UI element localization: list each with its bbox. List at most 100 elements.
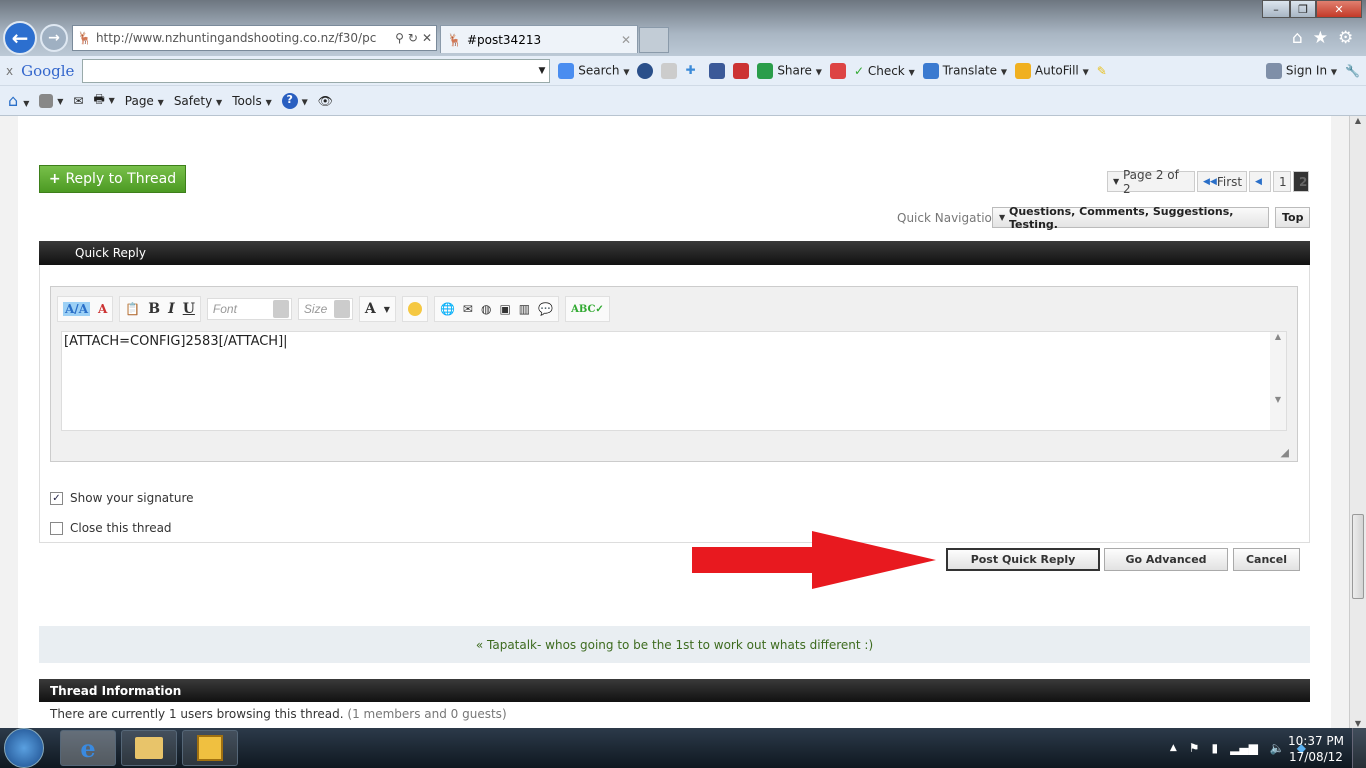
google-search-input[interactable]: ▼ [82, 58, 551, 83]
show-hidden-icons[interactable]: ▲ [1170, 743, 1177, 753]
home-icon[interactable]: ⌂ [1292, 28, 1303, 48]
new-tab-button[interactable] [639, 27, 669, 53]
page-margin-right [1331, 116, 1349, 728]
bold-button[interactable]: B [148, 301, 160, 317]
top-button[interactable]: Top [1275, 207, 1310, 228]
textarea-scrollbar[interactable]: ▲ ▼ [1270, 332, 1286, 430]
power-icon[interactable]: ▮ [1212, 741, 1219, 755]
show-signature-checkbox[interactable]: ✓ Show your signature [50, 491, 194, 505]
unlink-icon[interactable]: ◍ [481, 302, 491, 316]
image-icon[interactable]: ▣ [499, 302, 510, 316]
refresh-icon[interactable]: ↻ [408, 31, 418, 45]
tab-active[interactable]: 🦌 #post34213 ✕ [440, 25, 638, 53]
scroll-thumb[interactable] [1352, 514, 1364, 599]
quote-icon[interactable]: 💬 [538, 302, 553, 316]
video-icon[interactable]: ▥ [519, 302, 530, 316]
page-jump-dropdown[interactable]: ▼ Page 2 of 2 [1107, 168, 1195, 196]
home-icon[interactable]: ⌂ ▼ [8, 91, 29, 110]
link-icon[interactable]: 🌐 [440, 302, 455, 316]
taskbar: e ▲ ⚑ ▮ ▂▄▆ 🔈 ◆ 10:37 PM 17/08/12 [0, 728, 1366, 768]
size-select[interactable]: Size [297, 298, 353, 320]
volume-icon[interactable]: 🔈 [1270, 741, 1285, 755]
search-icon[interactable]: ⚲ [395, 31, 404, 45]
previous-thread-link[interactable]: « Tapatalk- whos going to be the 1st to … [39, 626, 1310, 663]
settings-gear-icon[interactable]: ⚙ [1338, 28, 1353, 48]
tools-menu[interactable]: Tools ▼ [232, 94, 272, 108]
taskbar-internet-explorer[interactable]: e [60, 730, 116, 766]
address-url[interactable]: http://www.nzhuntingandshooting.co.nz/f3… [96, 31, 391, 45]
google-plus-icon[interactable] [733, 62, 750, 79]
facebook-icon[interactable] [709, 62, 726, 79]
quick-reply-header: Quick Reply [39, 241, 1310, 265]
resize-handle[interactable]: ◢ [1281, 446, 1289, 459]
forward-button[interactable]: → [40, 24, 68, 52]
switch-mode-icon[interactable]: A/A [63, 302, 91, 316]
tab-close-icon[interactable]: ✕ [621, 33, 631, 47]
app-icon [197, 735, 223, 761]
prev-page-link[interactable]: ◀ [1249, 171, 1271, 192]
mail-icon[interactable]: ✉ [73, 94, 83, 108]
font-select[interactable]: Font [206, 298, 292, 320]
page-link-1[interactable]: 1 [1273, 171, 1291, 192]
maximize-button[interactable]: ❐ [1290, 0, 1316, 18]
close-thread-checkbox[interactable]: Close this thread [50, 521, 172, 535]
autofill-icon [1015, 62, 1032, 79]
minimize-button[interactable]: – [1262, 0, 1290, 18]
google-search-icon [558, 62, 575, 79]
action-center-flag-icon[interactable]: ⚑ [1189, 741, 1200, 755]
plus-icon[interactable]: ✚ [685, 63, 701, 79]
first-page-link[interactable]: ◀◀ First [1197, 171, 1247, 192]
translate-button[interactable]: Translate ▼ [922, 62, 1007, 79]
start-button[interactable] [4, 728, 44, 768]
cancel-button[interactable]: Cancel [1233, 548, 1300, 571]
google-logo: Google [21, 61, 75, 80]
stop-icon[interactable]: ✕ [422, 31, 432, 45]
search-button[interactable]: Search ▼ [558, 62, 629, 79]
scroll-down-arrow[interactable]: ▼ [1350, 719, 1366, 728]
address-bar[interactable]: 🦌 http://www.nzhuntingandshooting.co.nz/… [72, 25, 437, 51]
chevron-down-icon [333, 300, 350, 318]
page-menu[interactable]: Page ▼ [125, 94, 164, 108]
paste-icon[interactable]: 📋 [125, 302, 140, 316]
underline-button[interactable]: U [183, 301, 195, 317]
remove-format-icon[interactable]: A [98, 302, 107, 316]
safety-menu[interactable]: Safety ▼ [174, 94, 222, 108]
show-desktop-button[interactable] [1352, 728, 1366, 768]
network-signal-icon[interactable]: ▂▄▆ [1230, 741, 1258, 755]
autofill-button[interactable]: AutoFill ▼ [1015, 62, 1089, 79]
back-button[interactable]: ← [3, 21, 37, 55]
spellcheck-icon[interactable]: ABC✓ [565, 296, 610, 322]
sign-in-button[interactable]: Sign In ▼ [1266, 62, 1337, 79]
chevron-down-icon [272, 300, 289, 318]
tab-favicon: 🦌 [447, 32, 462, 47]
globe-icon[interactable] [637, 62, 654, 79]
italic-button[interactable]: I [168, 301, 175, 317]
favorites-star-icon[interactable]: ★ [1313, 28, 1328, 48]
clock[interactable]: 10:37 PM 17/08/12 [1288, 733, 1344, 765]
wrench-icon[interactable]: 🔧 [1345, 64, 1360, 78]
editor-toolbar: A/A A 📋 B I U Font Size A ▼ 🌐 ✉ ◍ ▣ ▥ 💬 ABC✓ [57, 295, 610, 323]
toolbar-close-button[interactable]: x [6, 64, 13, 78]
email-icon[interactable]: ✉ [463, 302, 473, 316]
share-button[interactable]: Share ▼ [757, 62, 822, 79]
research-eye-icon[interactable]: 👁 [318, 94, 333, 108]
message-textarea[interactable]: [ATTACH=CONFIG]2583[/ATTACH]| ▲ ▼ [61, 331, 1287, 431]
smiley-icon[interactable] [407, 302, 422, 316]
close-window-button[interactable]: ✕ [1316, 0, 1362, 18]
taskbar-app[interactable] [182, 730, 238, 766]
feeds-icon[interactable]: ▼ [39, 93, 63, 108]
scroll-up-arrow[interactable]: ▲ [1350, 116, 1366, 125]
help-icon[interactable]: ? ▼ [281, 92, 308, 109]
reply-to-thread-button[interactable]: + Reply to Thread [39, 165, 186, 193]
pencil-icon[interactable]: ✎ [1097, 64, 1107, 78]
go-advanced-button[interactable]: Go Advanced [1104, 548, 1228, 571]
page-scrollbar[interactable]: ▲ ▼ [1349, 116, 1366, 728]
print-icon[interactable]: 🖶 ▼ [93, 90, 114, 111]
pdf-icon[interactable] [829, 62, 846, 79]
page-icon[interactable] [661, 62, 678, 79]
post-quick-reply-button[interactable]: Post Quick Reply [946, 548, 1100, 571]
quick-nav-dropdown[interactable]: ▼ Questions, Comments, Suggestions, Test… [992, 205, 1269, 231]
check-button[interactable]: ✓ Check ▼ [854, 64, 915, 78]
taskbar-explorer[interactable] [121, 730, 177, 766]
text-color-button[interactable]: A ▼ [358, 296, 396, 322]
